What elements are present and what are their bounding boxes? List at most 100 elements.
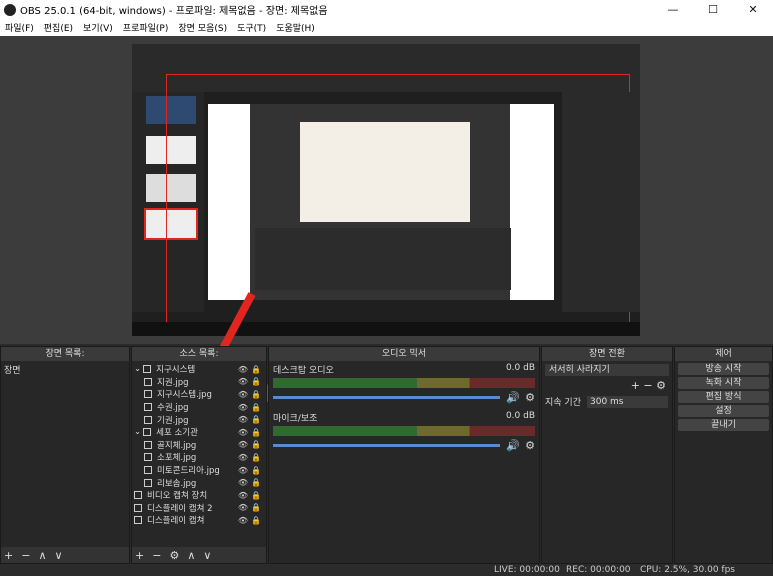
visibility-eye-icon[interactable]: 👁 <box>238 377 248 386</box>
lock-icon[interactable]: 🔒 <box>251 516 261 525</box>
preview-canvas[interactable] <box>132 44 640 336</box>
menu-file[interactable]: 파일(F) <box>0 21 39 34</box>
scenes-title: 장면 목록: <box>1 347 129 361</box>
exit-button[interactable]: 끝내기 <box>678 419 769 431</box>
visibility-eye-icon[interactable]: 👁 <box>238 466 248 475</box>
lock-icon[interactable]: 🔒 <box>251 453 261 462</box>
close-button[interactable]: ✕ <box>733 0 773 19</box>
visibility-eye-icon[interactable]: 👁 <box>238 403 248 412</box>
source-item[interactable]: 미토콘드리아.jpg 👁 🔒 <box>132 464 266 477</box>
visibility-eye-icon[interactable]: 👁 <box>238 491 248 500</box>
minimize-button[interactable]: — <box>653 0 693 19</box>
gear-icon[interactable]: ⚙ <box>525 439 535 452</box>
transition-select[interactable]: 서서히 사라지기 <box>545 364 669 376</box>
scene-down-button[interactable]: ∨ <box>55 549 63 562</box>
lock-icon[interactable]: 🔒 <box>251 466 261 475</box>
source-up-button[interactable]: ∧ <box>187 549 195 562</box>
maximize-button[interactable]: ☐ <box>693 0 733 19</box>
gear-icon[interactable]: ⚙ <box>525 391 535 404</box>
scene-item[interactable]: 장면 <box>1 361 129 378</box>
channel-db: 0.0 dB <box>505 411 535 421</box>
rec-status: REC: 00:00:00 <box>566 565 631 575</box>
lock-icon[interactable]: 🔒 <box>251 403 261 412</box>
menu-help[interactable]: 도움말(H) <box>271 21 320 34</box>
add-source-button[interactable]: + <box>135 549 144 562</box>
lock-icon[interactable]: 🔒 <box>251 491 261 500</box>
image-icon <box>144 453 152 462</box>
lock-icon[interactable]: 🔒 <box>251 478 261 487</box>
source-item[interactable]: 기권.jpg 👁 🔒 <box>132 413 266 426</box>
cpu-status: CPU: 2.5%, 30.00 fps <box>640 565 735 575</box>
studio-mode-button[interactable]: 편집 방식 <box>678 391 769 403</box>
transition-properties-icon[interactable]: ⚙ <box>656 379 666 392</box>
scene-up-button[interactable]: ∧ <box>38 549 46 562</box>
source-label: 리보솜.jpg <box>157 478 197 489</box>
remove-source-button[interactable]: − <box>152 549 161 562</box>
source-list: ⌄ 지구시스템 👁 🔒 지권.jpg 👁 🔒 지구시스템.jpg 👁 🔒 수권.jpg 👁 🔒 기권.jp… <box>132 361 266 527</box>
menu-edit[interactable]: 편집(E) <box>39 21 78 34</box>
sources-title: 소스 목록: <box>132 347 266 361</box>
settings-button[interactable]: 설정 <box>678 405 769 417</box>
add-scene-button[interactable]: + <box>4 549 13 562</box>
visibility-eye-icon[interactable]: 👁 <box>238 440 248 449</box>
visibility-eye-icon[interactable]: 👁 <box>238 453 248 462</box>
source-down-button[interactable]: ∨ <box>203 549 211 562</box>
visibility-eye-icon[interactable]: 👁 <box>238 365 248 374</box>
source-item[interactable]: 비디오 캡쳐 장치 👁 🔒 <box>132 489 266 502</box>
controls-dock: 제어 방송 시작 녹화 시작 편집 방식 설정 끝내기 <box>674 346 773 564</box>
expand-arrow-icon[interactable]: ⌄ <box>134 364 141 374</box>
source-item[interactable]: 소포체.jpg 👁 🔒 <box>132 451 266 464</box>
lock-icon[interactable]: 🔒 <box>251 503 261 512</box>
source-label: 디스플레이 캡쳐 2 <box>147 503 213 514</box>
start-streaming-button[interactable]: 방송 시작 <box>678 363 769 375</box>
source-label: 지권.jpg <box>157 377 189 388</box>
menu-tools[interactable]: 도구(T) <box>232 21 271 34</box>
source-item[interactable]: 수권.jpg 👁 🔒 <box>132 401 266 414</box>
lock-icon[interactable]: 🔒 <box>251 428 261 437</box>
visibility-eye-icon[interactable]: 👁 <box>238 415 248 424</box>
speaker-icon[interactable]: 🔊 <box>506 391 520 404</box>
duration-input[interactable]: 300 ms <box>587 395 668 408</box>
source-item[interactable]: 골지체.jpg 👁 🔒 <box>132 439 266 452</box>
source-label: 소포체.jpg <box>157 453 197 464</box>
source-item[interactable]: ⌄ 지구시스템 👁 🔒 <box>132 363 266 376</box>
menu-scene-collection[interactable]: 장면 모음(S) <box>173 21 232 34</box>
source-item[interactable]: 리보솜.jpg 👁 🔒 <box>132 476 266 489</box>
visibility-eye-icon[interactable]: 👁 <box>238 478 248 487</box>
preview-area <box>0 36 773 454</box>
visibility-eye-icon[interactable]: 👁 <box>238 428 248 437</box>
image-icon <box>144 377 152 386</box>
visibility-eye-icon[interactable]: 👁 <box>238 516 248 525</box>
expand-arrow-icon[interactable]: ⌄ <box>134 427 141 437</box>
remove-scene-button[interactable]: − <box>21 549 30 562</box>
lock-icon[interactable]: 🔒 <box>251 440 261 449</box>
lock-icon[interactable]: 🔒 <box>251 390 261 399</box>
menu-profile[interactable]: 프로파일(P) <box>118 21 174 34</box>
volume-meter <box>273 426 535 436</box>
speaker-icon[interactable]: 🔊 <box>506 439 520 452</box>
lock-icon[interactable]: 🔒 <box>251 365 261 374</box>
menu-view[interactable]: 보기(V) <box>78 21 118 34</box>
source-item[interactable]: 디스플레이 캡쳐 👁 🔒 <box>132 514 266 527</box>
source-item[interactable]: ⌄ 세포 소기관 👁 🔒 <box>132 426 266 439</box>
source-label: 지구시스템 <box>156 365 196 376</box>
volume-slider[interactable] <box>273 444 501 447</box>
image-icon <box>144 478 152 487</box>
lock-icon[interactable]: 🔒 <box>251 377 261 386</box>
image-icon <box>144 390 152 399</box>
start-recording-button[interactable]: 녹화 시작 <box>678 377 769 389</box>
source-item[interactable]: 디스플레이 캡쳐 2 👁 🔒 <box>132 502 266 515</box>
source-label: 디스플레이 캡쳐 <box>147 516 205 527</box>
visibility-eye-icon[interactable]: 👁 <box>238 503 248 512</box>
volume-slider[interactable] <box>273 396 501 399</box>
remove-transition-button[interactable]: − <box>643 379 652 392</box>
source-item[interactable]: 지권.jpg 👁 🔒 <box>132 376 266 389</box>
visibility-eye-icon[interactable]: 👁 <box>238 390 248 399</box>
mixer-channel: 데스크탑 오디오 0.0 dB 🔊 ⚙ <box>273 363 535 404</box>
title-bar: OBS 25.0.1 (64-bit, windows) - 프로파일: 제목없… <box>0 0 773 19</box>
source-item[interactable]: 지구시스템.jpg 👁 🔒 <box>132 388 266 401</box>
lock-icon[interactable]: 🔒 <box>251 415 261 424</box>
source-properties-icon[interactable]: ⚙ <box>169 549 179 562</box>
image-icon <box>144 440 152 449</box>
add-transition-button[interactable]: + <box>631 379 640 392</box>
